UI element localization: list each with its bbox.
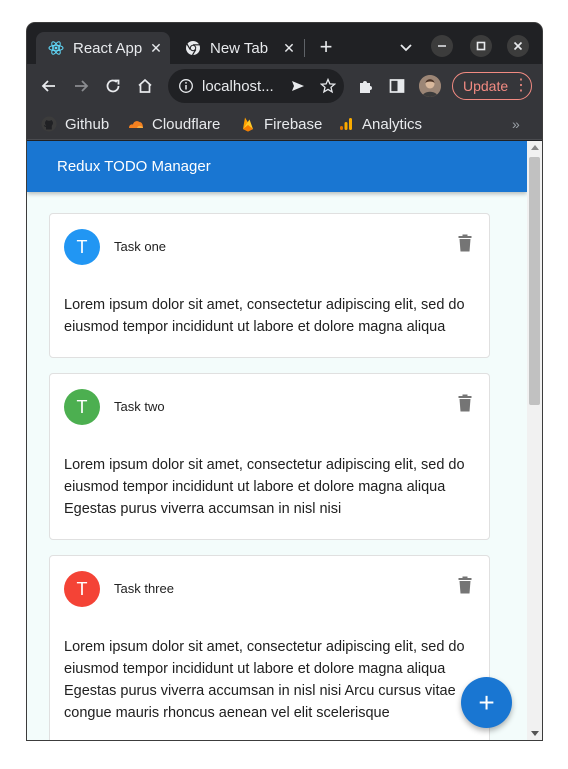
bookmark-github[interactable]: Github: [41, 112, 109, 136]
bookmarks-overflow-icon[interactable]: »: [512, 116, 520, 132]
send-to-devices-icon[interactable]: [288, 76, 308, 96]
close-window-button[interactable]: [507, 35, 529, 57]
new-tab-button[interactable]: +: [315, 36, 337, 59]
task-card: T Task two Lorem ipsum dolor sit amet, c…: [49, 373, 490, 540]
tab-strip: React App ✕ New Tab ✕ +: [27, 23, 542, 64]
bookmark-label: Firebase: [264, 115, 323, 133]
address-text: localhost...: [202, 77, 274, 95]
task-title: Task one: [114, 239, 167, 254]
delete-icon[interactable]: [458, 394, 472, 412]
reload-icon[interactable]: [102, 75, 124, 97]
delete-icon[interactable]: [458, 234, 472, 252]
app-title: Redux TODO Manager: [57, 158, 211, 175]
bookmark-label: Cloudflare: [152, 115, 221, 133]
tab-title: New Tab: [210, 39, 269, 57]
extensions-icon[interactable]: [355, 75, 377, 97]
home-icon[interactable]: [134, 75, 156, 97]
cloudflare-icon: [128, 116, 144, 132]
browser-toolbar: localhost... Update ⋮: [27, 64, 542, 108]
scroll-down-icon[interactable]: [531, 731, 539, 736]
task-description: Lorem ipsum dolor sit amet, consectetur …: [64, 639, 465, 721]
app-header: Redux TODO Manager: [27, 141, 527, 192]
react-icon: [48, 40, 64, 56]
tab-react-app[interactable]: React App ✕: [36, 32, 170, 64]
task-description: Lorem ipsum dolor sit amet, consectetur …: [64, 457, 465, 517]
bookmark-analytics[interactable]: Analytics: [338, 112, 422, 136]
task-description: Lorem ipsum dolor sit amet, consectetur …: [64, 297, 465, 335]
add-task-button[interactable]: +: [461, 677, 512, 728]
side-panel-icon[interactable]: [386, 75, 408, 97]
tab-new-tab[interactable]: New Tab ✕: [173, 32, 303, 64]
bookmark-label: Github: [65, 115, 110, 133]
tab-search-icon[interactable]: [396, 37, 416, 57]
delete-icon[interactable]: [458, 576, 472, 594]
scroll-up-icon[interactable]: [531, 145, 539, 150]
task-title: Task two: [114, 399, 165, 414]
browser-window: React App ✕ New Tab ✕ + localhost... Upd…: [27, 23, 542, 740]
close-tab-icon[interactable]: ✕: [281, 40, 297, 56]
github-icon: [41, 116, 57, 132]
analytics-icon: [338, 116, 354, 132]
more-vert-icon[interactable]: ⋮: [513, 78, 529, 94]
address-bar[interactable]: localhost...: [168, 69, 344, 103]
forward-icon[interactable]: [70, 75, 92, 97]
firebase-icon: [240, 116, 256, 132]
back-icon[interactable]: [38, 75, 60, 97]
profile-avatar[interactable]: [419, 75, 441, 97]
update-button[interactable]: Update ⋮: [452, 72, 532, 100]
bookmark-cloudflare[interactable]: Cloudflare: [128, 112, 220, 136]
task-card: T Task three Lorem ipsum dolor sit amet,…: [49, 555, 490, 740]
page-viewport: Redux TODO Manager T Task one Lorem ipsu…: [27, 141, 527, 740]
page-scrollbar[interactable]: [527, 141, 542, 740]
bookmark-label: Analytics: [362, 115, 423, 133]
maximize-button[interactable]: [470, 35, 492, 57]
task-avatar: T: [64, 571, 100, 607]
bookmark-firebase[interactable]: Firebase: [240, 112, 322, 136]
task-avatar: T: [64, 389, 100, 425]
close-tab-icon[interactable]: ✕: [148, 40, 164, 56]
task-title: Task three: [114, 581, 174, 596]
tab-title: React App: [73, 39, 143, 57]
bookmark-star-icon[interactable]: [318, 76, 338, 96]
task-avatar: T: [64, 229, 100, 265]
minimize-button[interactable]: [431, 35, 453, 57]
site-info-icon[interactable]: [178, 78, 194, 94]
bookmarks-bar: Github Cloudflare Firebase Analytics »: [27, 108, 542, 140]
task-card: T Task one Lorem ipsum dolor sit amet, c…: [49, 213, 490, 358]
scrollbar-thumb[interactable]: [529, 157, 540, 405]
chrome-icon: [185, 40, 201, 56]
tab-separator: [304, 39, 305, 57]
update-label: Update: [463, 78, 509, 94]
